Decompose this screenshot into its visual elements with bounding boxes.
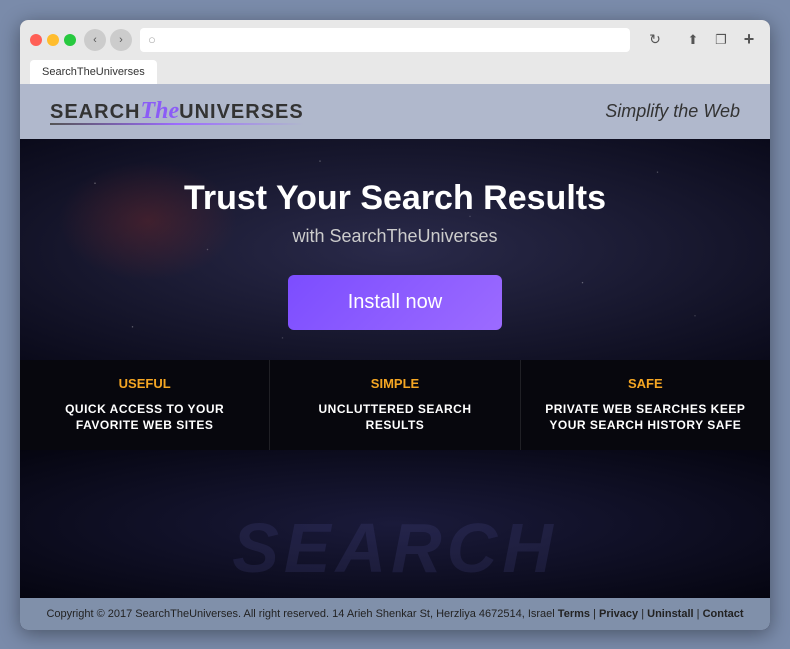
space-area: SEARCH (20, 450, 770, 597)
feature-safe-desc: PRIVATE WEB SEARCHES KEEP YOUR SEARCH HI… (541, 401, 750, 435)
feature-simple: SIMPLE UNCLUTTERED SEARCH RESULTS (270, 360, 520, 451)
feature-safe: SAFE PRIVATE WEB SEARCHES KEEP YOUR SEAR… (521, 360, 770, 451)
active-tab[interactable]: SearchTheUniverses (30, 60, 157, 84)
footer-privacy-link[interactable]: Privacy (599, 608, 638, 620)
feature-simple-desc: UNCLUTTERED SEARCH RESULTS (290, 401, 499, 435)
hero-section: Trust Your Search Results with SearchThe… (20, 139, 770, 360)
new-tab-button[interactable]: ❐ (710, 29, 732, 51)
forward-button[interactable]: › (110, 29, 132, 51)
header-tagline: Simplify the Web (605, 101, 740, 122)
install-button[interactable]: Install now (288, 275, 503, 330)
maximize-button[interactable] (64, 34, 76, 46)
features-section: USEFUL QUICK ACCESS TO YOUR FAVORITE WEB… (20, 360, 770, 451)
logo-the: The (140, 98, 179, 124)
feature-simple-label: SIMPLE (290, 376, 499, 391)
footer-contact-link[interactable]: Contact (703, 608, 744, 620)
browser-actions: ⬆ ❐ + (682, 29, 760, 51)
feature-useful-desc: QUICK ACCESS TO YOUR FAVORITE WEB SITES (40, 401, 249, 435)
footer-terms-link[interactable]: Terms (558, 608, 590, 620)
browser-window: ‹ › ○ ↻ ⬆ ❐ + SearchTheUniverses SE (20, 20, 770, 630)
feature-safe-label: SAFE (541, 376, 750, 391)
logo-container: SEARCHTheUNIVERSES (50, 98, 304, 125)
share-button[interactable]: ⬆ (682, 29, 704, 51)
feature-useful-label: USEFUL (40, 376, 249, 391)
hero-subtitle: with SearchTheUniverses (40, 226, 750, 247)
footer-copyright: Copyright © 2017 SearchTheUniverses. All… (46, 608, 554, 620)
watermark: SEARCH (232, 508, 558, 588)
back-button[interactable]: ‹ (84, 29, 106, 51)
logo-universes: UNIVERSES (179, 101, 304, 123)
feature-useful: USEFUL QUICK ACCESS TO YOUR FAVORITE WEB… (20, 360, 270, 451)
traffic-lights (30, 34, 76, 46)
footer-uninstall-link[interactable]: Uninstall (647, 608, 693, 620)
tab-bar: SearchTheUniverses (30, 60, 760, 84)
minimize-button[interactable] (47, 34, 59, 46)
tab-label: SearchTheUniverses (42, 66, 145, 78)
logo-search: SEARCH (50, 101, 140, 123)
site-header: SEARCHTheUNIVERSES Simplify the Web (20, 84, 770, 139)
browser-chrome: ‹ › ○ ↻ ⬆ ❐ + SearchTheUniverses (20, 20, 770, 84)
reload-button[interactable]: ↻ (644, 29, 666, 51)
address-bar[interactable]: ○ (140, 28, 630, 52)
add-button[interactable]: + (738, 29, 760, 51)
close-button[interactable] (30, 34, 42, 46)
nav-buttons: ‹ › (84, 29, 132, 51)
site-footer: Copyright © 2017 SearchTheUniverses. All… (20, 598, 770, 630)
hero-title: Trust Your Search Results (40, 179, 750, 218)
logo: SEARCHTheUNIVERSES (50, 98, 304, 125)
page-content: SEARCHTheUNIVERSES Simplify the Web Trus… (20, 84, 770, 630)
browser-titlebar: ‹ › ○ ↻ ⬆ ❐ + (30, 28, 760, 52)
